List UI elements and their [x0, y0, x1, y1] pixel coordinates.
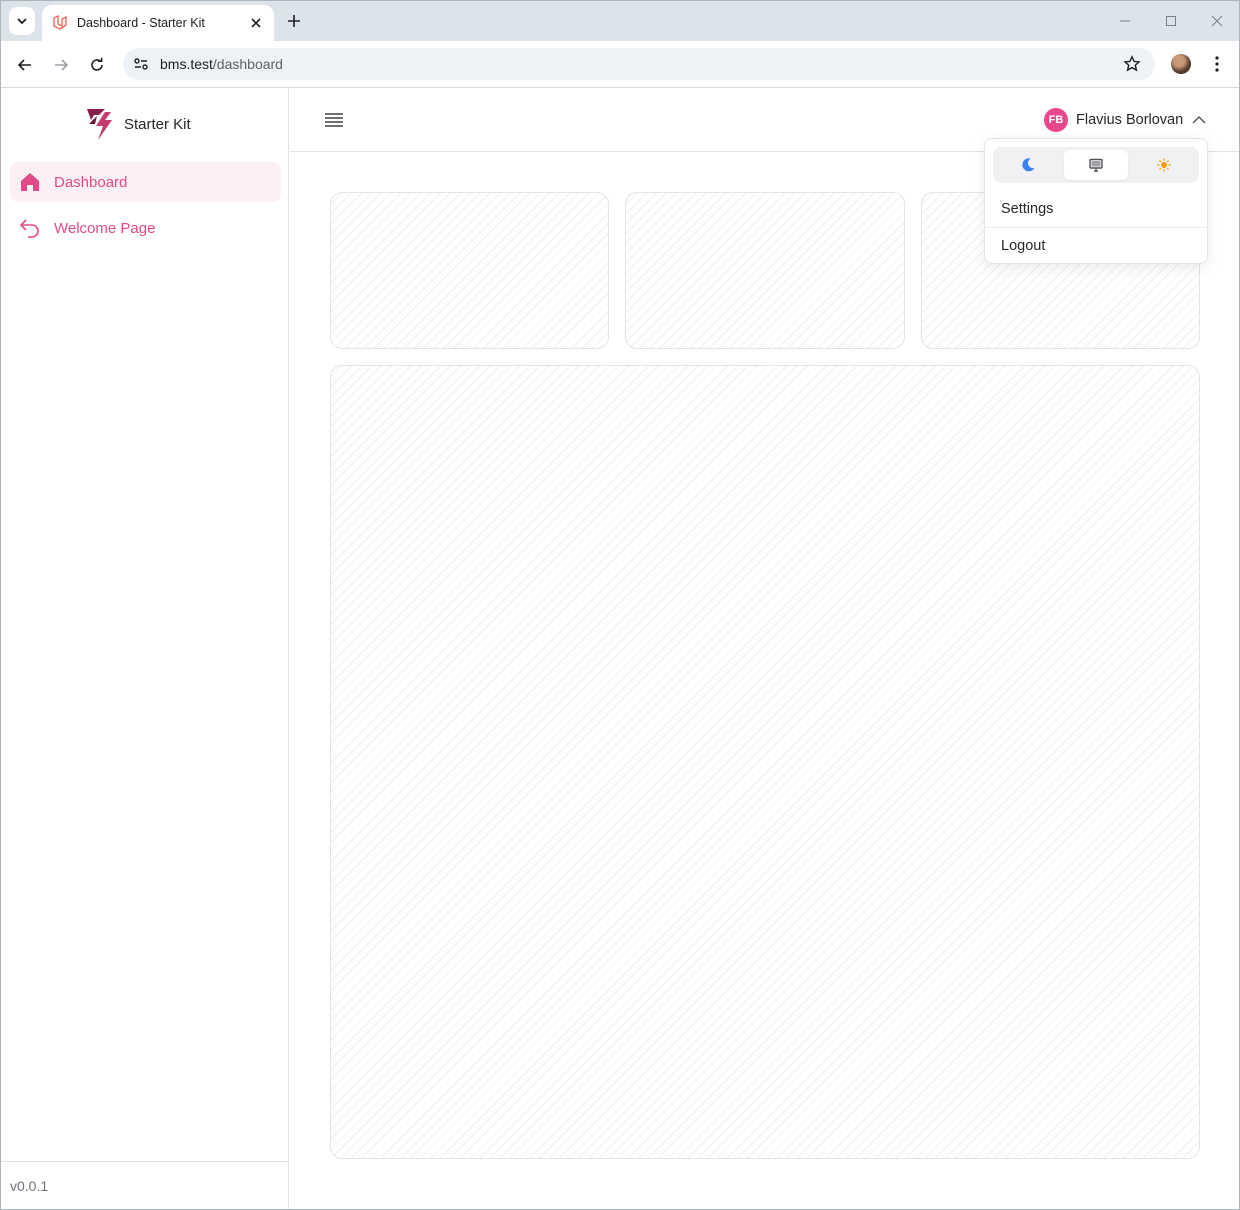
chevron-down-icon [17, 18, 27, 25]
browser-tab-active[interactable]: Dashboard - Starter Kit [42, 5, 274, 41]
theme-light-button[interactable] [1132, 150, 1196, 180]
plus-icon [288, 15, 300, 27]
arrow-left-icon [17, 59, 31, 71]
brand[interactable]: Starter Kit [85, 106, 191, 142]
hamburger-menu-icon[interactable] [324, 110, 344, 130]
tab-title: Dashboard - Starter Kit [77, 16, 205, 30]
close-icon [1211, 15, 1223, 27]
moon-icon [1022, 158, 1035, 172]
user-name: Flavius Borlovan [1076, 112, 1184, 128]
version-label: v0.0.1 [1, 1161, 288, 1209]
brand-name: Starter Kit [124, 115, 191, 133]
minimize-icon [1120, 20, 1130, 22]
undo-arrow-icon [19, 219, 39, 238]
theme-switcher [993, 147, 1199, 183]
browser-window: Dashboard - Starter Kit bms.test/dashboa… [0, 0, 1240, 1210]
sidebar-item-welcome-page[interactable]: Welcome Page [10, 208, 281, 248]
sidebar: Starter Kit Dashboard Welcome Page v0.0.… [1, 88, 289, 1209]
arrow-right-icon [55, 59, 69, 71]
theme-system-button[interactable] [1064, 150, 1128, 180]
chevron-up-icon [1192, 116, 1206, 124]
monitor-icon [1089, 158, 1103, 172]
profile-avatar[interactable] [1171, 54, 1191, 74]
new-tab-button[interactable] [284, 11, 304, 31]
reload-button[interactable] [85, 53, 109, 77]
maximize-icon [1166, 16, 1176, 26]
maximize-button[interactable] [1161, 11, 1181, 31]
url-text: bms.test/dashboard [160, 56, 283, 72]
browser-toolbar: bms.test/dashboard [1, 41, 1239, 88]
starter-kit-logo-icon [87, 109, 112, 140]
placeholder-panel [330, 365, 1200, 1159]
address-bar[interactable]: bms.test/dashboard [123, 48, 1155, 80]
user-dropdown-menu: Settings Logout [984, 138, 1208, 264]
theme-dark-button[interactable] [996, 150, 1060, 180]
reload-icon [91, 57, 103, 71]
bookmark-star-icon[interactable] [1123, 55, 1141, 73]
sidebar-item-label: Dashboard [54, 173, 128, 191]
user-menu-button[interactable]: FB Flavius Borlovan [1044, 108, 1207, 132]
minimize-button[interactable] [1115, 11, 1135, 31]
placeholder-card [330, 192, 609, 349]
close-window-button[interactable] [1207, 11, 1227, 31]
menu-item-logout[interactable]: Logout [985, 228, 1207, 264]
laravel-favicon-icon [53, 15, 67, 30]
back-button[interactable] [13, 53, 37, 77]
sun-icon [1157, 158, 1171, 172]
browser-menu-button[interactable] [1207, 54, 1227, 74]
close-icon[interactable] [248, 15, 264, 31]
site-settings-icon[interactable] [132, 55, 150, 73]
placeholder-card [625, 192, 905, 349]
url-path: /dashboard [212, 56, 283, 72]
menu-item-settings[interactable]: Settings [985, 191, 1207, 227]
forward-button[interactable] [49, 53, 73, 77]
tab-bar: Dashboard - Starter Kit [1, 1, 1239, 41]
sidebar-item-dashboard[interactable]: Dashboard [10, 162, 281, 202]
sidebar-item-label: Welcome Page [54, 219, 156, 237]
url-host: bms.test [160, 56, 213, 72]
home-icon [21, 173, 39, 191]
more-vertical-icon [1215, 56, 1219, 72]
user-avatar: FB [1044, 108, 1068, 132]
tab-search-button[interactable] [9, 7, 35, 35]
